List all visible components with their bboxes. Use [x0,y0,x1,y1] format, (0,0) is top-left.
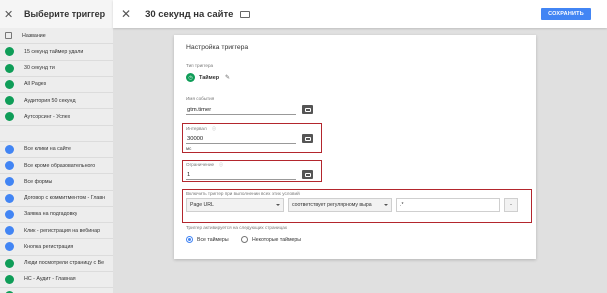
fire-on-label: Триггер активируется на следующих страни… [186,225,288,230]
trigger-list-label: All Pages [24,81,47,88]
trigger-list-label: НС - Аудит - Главная [24,276,76,283]
trigger-list-item[interactable]: Аутсорсинг - Успех [0,109,113,126]
click-icon [5,226,14,236]
trigger-list-label: Все клики на сайте [24,146,71,153]
eye-icon [5,79,14,89]
radio-all-timers-label: Все таймеры [197,237,229,243]
event-name-label: Имя события [186,96,215,101]
trigger-type-label: Тип триггера [186,63,214,68]
trigger-list-item[interactable]: Договор с коммитментом - Главн [0,191,113,207]
limit-label: Ограничение [186,162,215,167]
timer-icon [5,63,14,73]
radio-some-timers-label: Некоторые таймеры [252,237,302,243]
click-icon [5,242,14,252]
remove-condition-button[interactable]: - [504,198,518,212]
form-icon [5,177,14,187]
trigger-editor: ✕ 30 секунд на сайте СОХРАНИТЬ Настройка… [113,0,607,293]
folder-icon[interactable] [240,10,251,18]
interval-label: Интервал [186,126,207,131]
trigger-list-item[interactable]: Все кроме образовательного [0,158,113,175]
operator-select-value: соответствует регулярному выра [292,202,372,208]
trigger-type-name: Таймер [199,75,220,81]
click-icon [5,161,14,171]
trigger-picker-title: Выберите триггер [24,9,106,19]
trigger-list-item[interactable]: All Pages [0,77,113,93]
interval-units: мс [186,146,192,151]
trigger-list-item[interactable]: Все клики на сайте [0,142,113,158]
trigger-list-label: Аутсорсинг - Успех [24,113,71,120]
conditions-label: Включить триггер при выполнении всех эти… [186,191,300,196]
card-title: Настройка триггера [186,44,249,51]
chevron-down-icon [276,204,280,206]
timer-icon [5,96,14,106]
close-icon[interactable]: ✕ [4,8,14,21]
trigger-list-item[interactable]: 15 секунд таймер удали [0,44,113,61]
chevron-down-icon [384,204,388,206]
trigger-list-item[interactable]: НС - Аудит - Страница - Успех [0,288,113,293]
trigger-list-item[interactable] [0,126,113,142]
checkbox-icon [5,32,12,40]
click-icon [5,209,14,219]
trigger-list-item[interactable]: Клик - регистрация на вебинар [0,223,113,240]
trigger-picker-header: ✕ Выберите триггер [0,0,113,28]
trigger-list-label: Заявка на подгадовку [24,211,78,218]
limit-field[interactable]: 1 [186,169,296,180]
trigger-name[interactable]: 30 секунд на сайте [145,9,233,20]
trigger-list-label: Люди посмотрели страницу с Ве [24,260,105,267]
pencil-icon[interactable]: ✎ [225,74,230,81]
save-button[interactable]: СОХРАНИТЬ [541,8,591,20]
operator-select[interactable]: соответствует регулярному выра [288,198,392,212]
trigger-list-label: Все кроме образовательного [24,162,96,169]
info-icon: ⓘ [212,126,216,131]
trigger-picker-panel: ✕ Выберите триггер Название 15 секунд тай… [0,0,113,293]
trigger-list-label: Договор с коммитментом - Главн [24,195,106,202]
trigger-config-card: Настройка триггера Тип триггера ◷ Таймер… [174,35,536,259]
trigger-list-item[interactable]: НС - Аудит - Главная [0,272,113,288]
variable-select-value: Page URL [190,202,214,208]
condition-value-field[interactable]: .* [396,198,500,212]
trigger-list-label: Все формы [24,178,53,185]
info-icon: ⓘ [219,162,223,167]
click-icon [5,193,14,203]
trigger-list-item[interactable]: Люди посмотрели страницу с Ве [0,256,113,272]
timer-icon: ◷ [186,73,195,82]
timer-icon [5,47,14,57]
click-icon [5,144,14,154]
eye-icon [5,274,14,284]
trigger-list-item[interactable]: Все формы [0,174,113,191]
trigger-list-item[interactable]: Аудитория 50 секунд [0,93,113,110]
timer-icon [5,112,14,122]
variable-picker-icon[interactable] [302,134,313,143]
editor-topbar: ✕ 30 секунд на сайте СОХРАНИТЬ [113,0,607,28]
trigger-list-label: 15 секунд таймер удали [24,48,84,55]
close-icon[interactable]: ✕ [121,7,131,21]
blank-slot [5,129,14,138]
trigger-list-label: Аудитория 50 секунд [24,97,76,104]
radio-all-timers[interactable] [186,236,193,243]
trigger-list-label: 30 секунд ти [24,65,55,72]
radio-some-timers[interactable] [241,236,248,243]
trigger-list-label: Кнопка регистрация [24,243,74,250]
variable-picker-icon[interactable] [302,170,313,179]
trigger-list-item[interactable]: 30 секунд ти [0,61,113,77]
event-name-field[interactable]: gtm.timer [186,104,296,115]
trigger-list-item[interactable]: Заявка на подгадовку [0,207,113,223]
interval-field[interactable]: 30000 [186,133,296,144]
variable-picker-icon[interactable] [302,105,313,114]
trigger-list-label: Клик - регистрация на вебинар [24,227,101,234]
eye-icon [5,258,14,268]
variable-select[interactable]: Page URL [186,198,284,212]
trigger-list-label: Название [22,32,46,39]
trigger-list-header: Название [0,28,113,45]
trigger-list-item[interactable]: Кнопка регистрация [0,239,113,256]
trigger-list: Название 15 секунд таймер удали 30 секунд … [0,28,113,293]
